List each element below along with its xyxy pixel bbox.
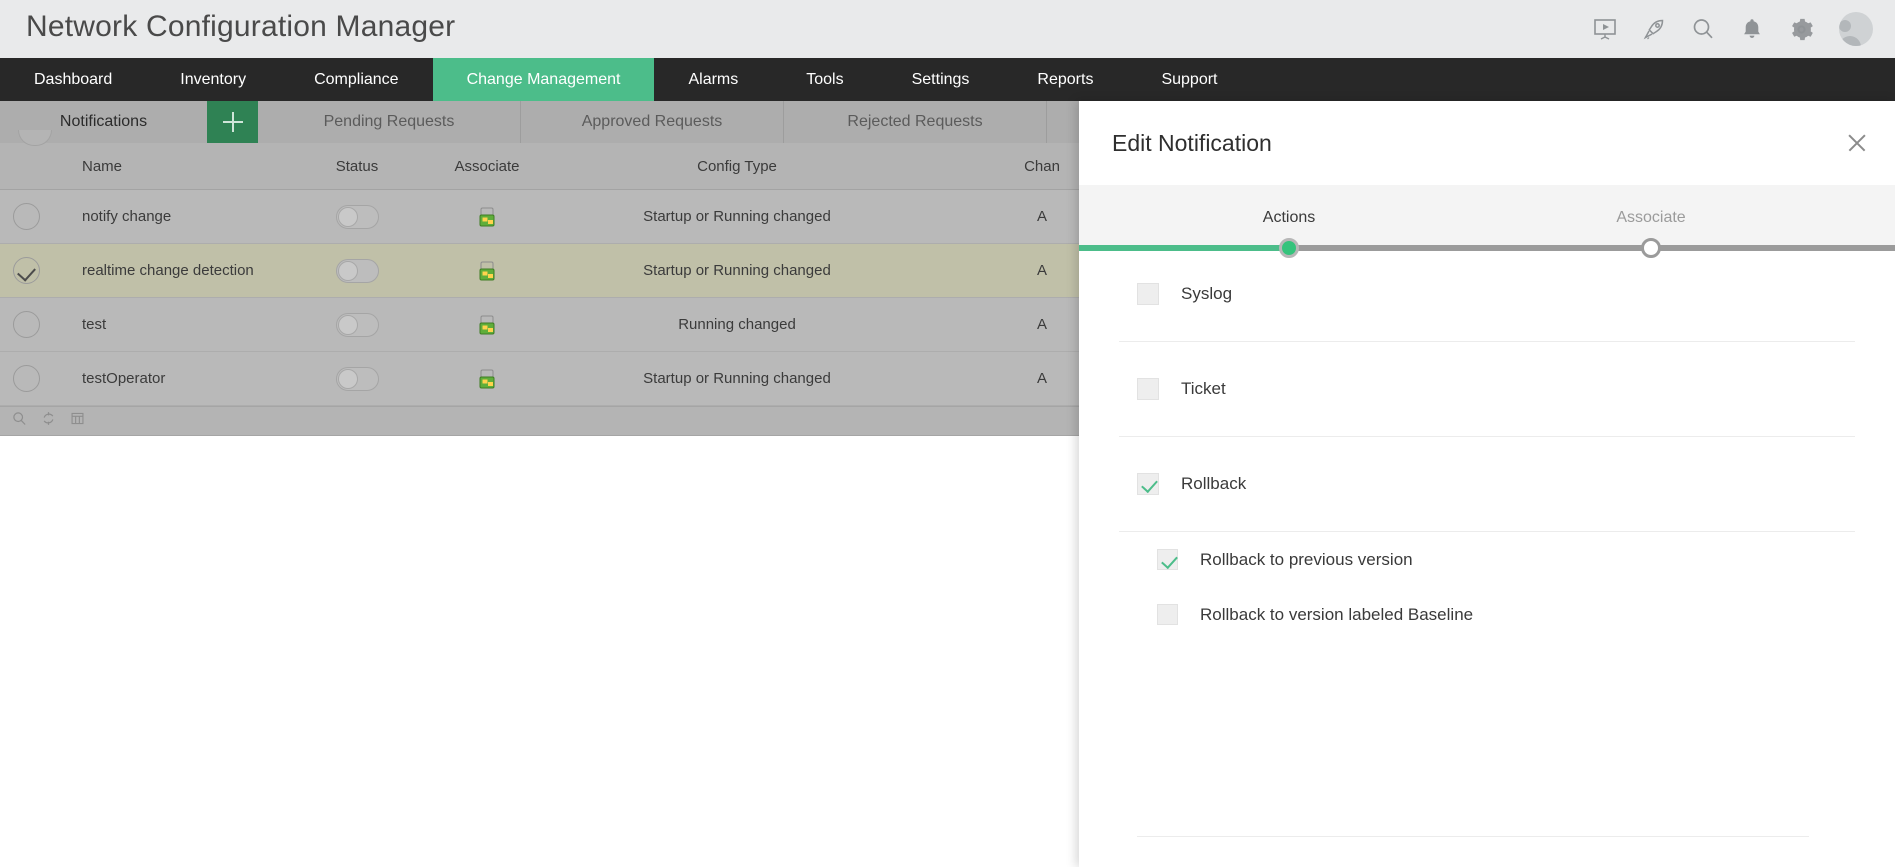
rollback-previous-checkbox[interactable] bbox=[1157, 549, 1178, 570]
refresh-icon[interactable] bbox=[41, 411, 56, 431]
option-row-rollback-previous[interactable]: Rollback to previous version bbox=[1119, 532, 1855, 587]
main-navigation: Dashboard Inventory Compliance Change Ma… bbox=[0, 58, 1895, 101]
nav-item-reports[interactable]: Reports bbox=[1003, 58, 1127, 101]
header-icon-group bbox=[1592, 12, 1873, 46]
cell-status bbox=[302, 205, 412, 229]
toggle-knob bbox=[338, 369, 358, 389]
modal-header: Edit Notification bbox=[1079, 101, 1895, 185]
avatar-body bbox=[1839, 36, 1861, 46]
plus-icon bbox=[221, 110, 245, 134]
cell-name: realtime change detection bbox=[52, 262, 302, 279]
cell-name: test bbox=[52, 316, 302, 333]
option-row-ticket[interactable]: Ticket bbox=[1119, 342, 1855, 437]
cell-status bbox=[302, 313, 412, 337]
row-radio[interactable] bbox=[13, 365, 40, 392]
collapse-handle[interactable] bbox=[18, 130, 52, 146]
syslog-label: Syslog bbox=[1181, 284, 1232, 304]
cell-status bbox=[302, 367, 412, 391]
modal-body: Syslog Ticket Rollback Rollback to previ… bbox=[1079, 247, 1895, 867]
cell-name: testOperator bbox=[52, 370, 302, 387]
column-header-associate[interactable]: Associate bbox=[412, 158, 562, 175]
tab-rejected-requests[interactable]: Rejected Requests bbox=[784, 101, 1047, 143]
cell-config-type: Running changed bbox=[562, 316, 912, 333]
bell-icon[interactable] bbox=[1739, 16, 1765, 42]
ticket-label: Ticket bbox=[1181, 379, 1226, 399]
cell-config-type: Startup or Running changed bbox=[562, 208, 912, 225]
rollback-baseline-checkbox[interactable] bbox=[1157, 604, 1178, 625]
avatar[interactable] bbox=[1839, 12, 1873, 46]
avatar-head bbox=[1839, 20, 1851, 32]
nav-item-change-management[interactable]: Change Management bbox=[433, 58, 655, 101]
server-icon[interactable] bbox=[476, 261, 498, 281]
gear-icon[interactable] bbox=[1788, 16, 1814, 42]
row-radio[interactable] bbox=[13, 257, 40, 284]
rollback-checkbox[interactable] bbox=[1137, 473, 1159, 495]
row-select-cell bbox=[0, 365, 52, 392]
cell-associate bbox=[412, 369, 562, 389]
rollback-previous-label: Rollback to previous version bbox=[1200, 550, 1413, 570]
syslog-checkbox[interactable] bbox=[1137, 283, 1159, 305]
option-row-rollback[interactable]: Rollback bbox=[1119, 437, 1855, 532]
server-icon[interactable] bbox=[476, 207, 498, 227]
row-select-cell bbox=[0, 311, 52, 338]
modal-title: Edit Notification bbox=[1112, 130, 1272, 157]
rollback-baseline-label: Rollback to version labeled Baseline bbox=[1200, 605, 1473, 625]
cell-name: notify change bbox=[52, 208, 302, 225]
edit-notification-modal: Edit Notification Actions Associate Sysl… bbox=[1079, 101, 1895, 867]
step-associate-label[interactable]: Associate bbox=[1616, 209, 1685, 227]
nav-item-compliance[interactable]: Compliance bbox=[280, 58, 432, 101]
row-select-cell bbox=[0, 203, 52, 230]
page-title: Network Configuration Manager bbox=[26, 12, 455, 46]
cell-config-type: Startup or Running changed bbox=[562, 262, 912, 279]
status-toggle[interactable] bbox=[336, 259, 379, 283]
modal-bottom-divider bbox=[1137, 836, 1809, 837]
columns-icon[interactable] bbox=[70, 411, 85, 431]
toggle-knob bbox=[338, 315, 358, 335]
column-header-config-type[interactable]: Config Type bbox=[562, 158, 912, 175]
row-select-cell bbox=[0, 257, 52, 284]
option-row-rollback-baseline[interactable]: Rollback to version labeled Baseline bbox=[1119, 587, 1855, 642]
nav-item-dashboard[interactable]: Dashboard bbox=[0, 58, 146, 101]
row-radio[interactable] bbox=[13, 203, 40, 230]
pagination-tools bbox=[12, 411, 85, 431]
column-header-status[interactable]: Status bbox=[302, 158, 412, 175]
status-toggle[interactable] bbox=[336, 367, 379, 391]
cell-associate bbox=[412, 315, 562, 335]
cell-associate bbox=[412, 261, 562, 281]
column-header-name[interactable]: Name bbox=[52, 158, 302, 175]
presentation-icon[interactable] bbox=[1592, 16, 1618, 42]
rocket-icon[interactable] bbox=[1641, 16, 1667, 42]
nav-item-alarms[interactable]: Alarms bbox=[654, 58, 772, 101]
add-notification-button[interactable] bbox=[207, 101, 258, 143]
server-icon[interactable] bbox=[476, 369, 498, 389]
tab-pending-requests[interactable]: Pending Requests bbox=[258, 101, 521, 143]
app-root: Network Configuration Manager bbox=[0, 0, 1895, 867]
toggle-knob bbox=[338, 207, 358, 227]
cell-config-type: Startup or Running changed bbox=[562, 370, 912, 387]
option-row-syslog[interactable]: Syslog bbox=[1119, 247, 1855, 342]
nav-item-settings[interactable]: Settings bbox=[878, 58, 1004, 101]
close-icon[interactable] bbox=[1846, 132, 1868, 154]
tab-approved-requests[interactable]: Approved Requests bbox=[521, 101, 784, 143]
row-radio[interactable] bbox=[13, 311, 40, 338]
nav-item-support[interactable]: Support bbox=[1127, 58, 1251, 101]
ticket-checkbox[interactable] bbox=[1137, 378, 1159, 400]
wizard-stepper: Actions Associate bbox=[1079, 185, 1895, 247]
nav-item-tools[interactable]: Tools bbox=[772, 58, 877, 101]
search-icon[interactable] bbox=[1690, 16, 1716, 42]
search-icon[interactable] bbox=[12, 411, 27, 431]
nav-item-inventory[interactable]: Inventory bbox=[146, 58, 280, 101]
cell-associate bbox=[412, 207, 562, 227]
step-actions-label[interactable]: Actions bbox=[1263, 209, 1315, 227]
status-toggle[interactable] bbox=[336, 205, 379, 229]
brand-bar: Network Configuration Manager bbox=[0, 0, 1895, 58]
server-icon[interactable] bbox=[476, 315, 498, 335]
step-labels: Actions Associate bbox=[1079, 185, 1895, 247]
status-toggle[interactable] bbox=[336, 313, 379, 337]
cell-status bbox=[302, 259, 412, 283]
toggle-knob bbox=[338, 261, 358, 281]
rollback-label: Rollback bbox=[1181, 474, 1246, 494]
